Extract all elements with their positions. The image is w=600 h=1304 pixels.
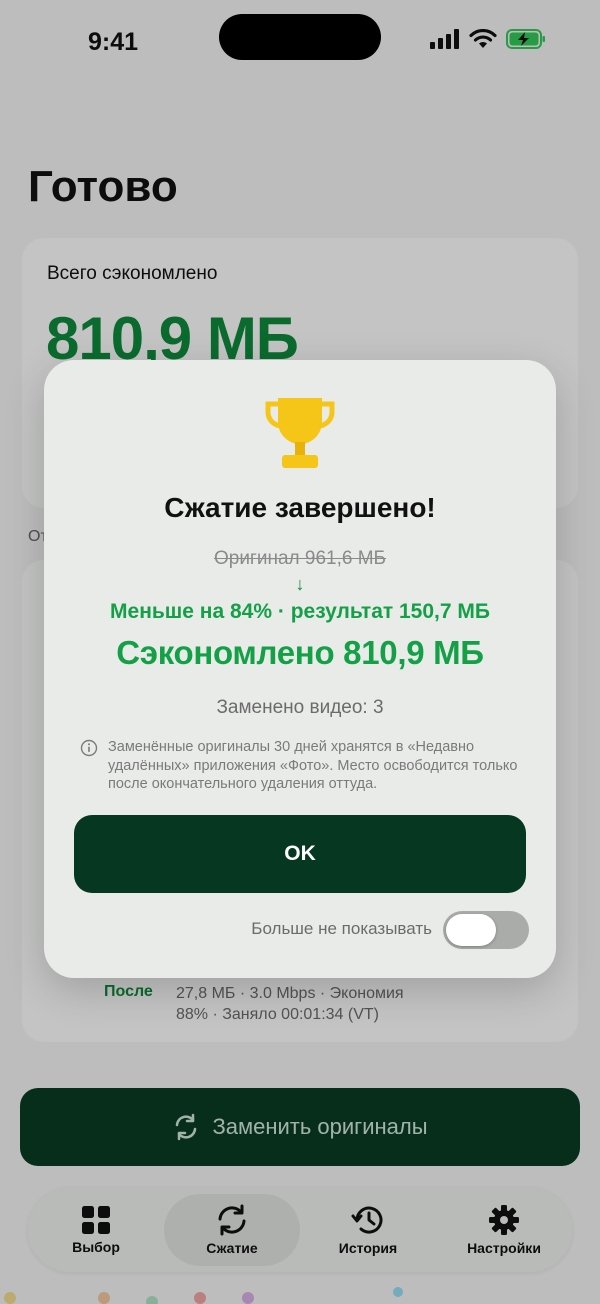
- info-note: Заменённые оригиналы 30 дней хранятся в …: [108, 739, 518, 792]
- arrow-down-icon: ↓: [295, 574, 305, 594]
- replaced-count: Заменено видео: 3: [216, 697, 384, 718]
- toggle-knob: [446, 914, 496, 946]
- ok-button[interactable]: OK: [74, 815, 526, 893]
- info-icon: [80, 739, 98, 757]
- reduction-result: Меньше на 84% · результат 150,7 МБ: [110, 600, 490, 623]
- trophy-icon: [265, 398, 335, 468]
- original-size-text: Оригинал 961,6 МБ: [213, 548, 387, 569]
- dialog-title: Сжатие завершено!: [164, 492, 436, 523]
- saved-amount: Сэкономлено 810,9 МБ: [116, 634, 484, 671]
- dont-show-label: Больше не показывать: [251, 919, 432, 938]
- dont-show-toggle[interactable]: [443, 911, 529, 949]
- original-size: Оригинал 961,6 МБ: [44, 548, 556, 570]
